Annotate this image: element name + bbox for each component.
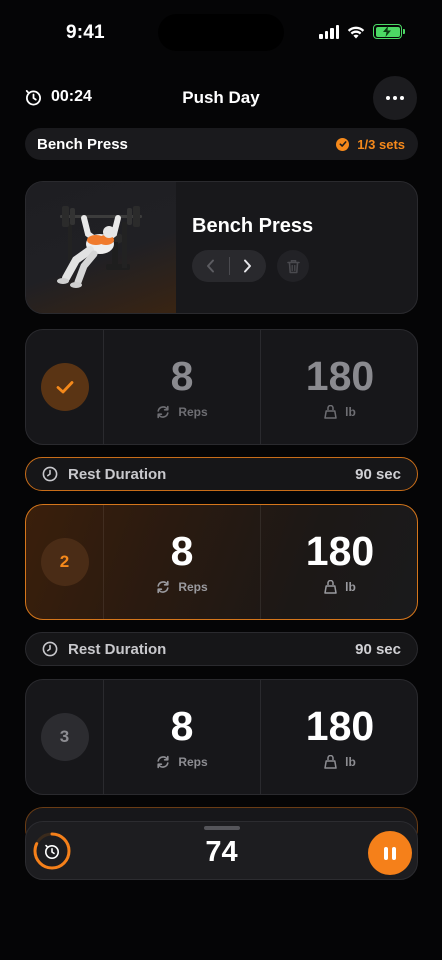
set-reps-cell[interactable]: 8 Reps [104, 330, 261, 444]
set-weight-cell[interactable]: 180 lb [261, 505, 417, 619]
kettlebell-icon [324, 404, 337, 419]
battery-charging-icon [373, 24, 405, 39]
checkmark-icon [56, 381, 73, 394]
dynamic-island [158, 14, 284, 51]
chevron-right-icon [244, 259, 252, 273]
set-row-2[interactable]: 2 8 Reps 180 lb [25, 504, 418, 620]
weight-value: 180 [305, 702, 375, 749]
repeat-icon [157, 405, 169, 418]
set-reps-cell[interactable]: 8 Reps [104, 505, 261, 619]
set-number-badge[interactable]: 3 [40, 713, 89, 761]
weight-label: lb [345, 579, 356, 594]
reps-label: Reps [178, 404, 208, 419]
clock-icon [42, 466, 58, 482]
bench-press-illustration-icon [57, 206, 142, 288]
set-weight-cell[interactable]: 180 lb [261, 680, 417, 794]
clock-icon [42, 641, 58, 657]
drag-handle[interactable] [204, 826, 240, 830]
previous-exercise-button[interactable] [192, 250, 229, 282]
set-number-badge[interactable]: 2 [40, 538, 89, 586]
rest-label: Rest Duration [68, 465, 167, 483]
check-circle-icon [336, 137, 350, 151]
status-time: 9:41 [66, 22, 105, 43]
exercise-image [26, 182, 176, 313]
rest-value: 90 sec [355, 465, 401, 483]
set-reps-cell[interactable]: 8 Reps [104, 680, 261, 794]
exercise-nav [192, 250, 266, 282]
exercise-pill-name: Bench Press [37, 135, 128, 153]
reps-value: 8 [170, 527, 194, 574]
chevron-left-icon [206, 259, 214, 273]
pause-icon [384, 846, 388, 860]
kettlebell-icon [324, 754, 337, 769]
set-complete-badge[interactable] [40, 363, 89, 411]
set-row-3[interactable]: 3 8 Reps 180 lb [25, 679, 418, 795]
reps-label: Reps [178, 579, 208, 594]
trash-icon [286, 259, 300, 273]
rest-label: Rest Duration [68, 640, 167, 658]
exercise-name: Bench Press [192, 215, 314, 237]
more-options-button[interactable] [373, 76, 417, 120]
status-icons [319, 24, 405, 39]
rest-duration-row[interactable]: Rest Duration 90 sec [25, 457, 418, 491]
weight-value: 180 [305, 352, 375, 399]
reps-label: Reps [178, 754, 208, 769]
cellular-signal-icon [319, 24, 339, 39]
set-row-1[interactable]: 8 Reps 180 lb [25, 329, 418, 445]
rest-value: 90 sec [355, 640, 401, 658]
rest-timer-value: 74 [205, 836, 238, 868]
weight-label: lb [345, 754, 356, 769]
status-bar: 9:41 [0, 0, 442, 64]
exercise-card: Bench Press [25, 181, 418, 314]
rest-duration-row[interactable]: Rest Duration 90 sec [25, 632, 418, 666]
sets-progress-badge: 1/3 sets [336, 137, 405, 152]
more-dots-icon [386, 96, 390, 100]
pause-button[interactable] [368, 831, 412, 875]
repeat-icon [157, 755, 169, 768]
kettlebell-icon [324, 579, 337, 594]
reps-value: 8 [170, 352, 194, 399]
workout-header: 00:24 Push Day [0, 76, 442, 120]
set-weight-cell[interactable]: 180 lb [261, 330, 417, 444]
reps-value: 8 [170, 702, 194, 749]
exercise-selector[interactable]: Bench Press 1/3 sets [25, 128, 418, 160]
delete-exercise-button[interactable] [277, 250, 309, 282]
weight-value: 180 [305, 527, 375, 574]
rest-timer-bar[interactable]: 74 [25, 821, 418, 880]
weight-label: lb [345, 404, 356, 419]
next-exercise-button[interactable] [230, 250, 267, 282]
repeat-icon [157, 580, 169, 593]
wifi-icon [347, 26, 365, 38]
sets-progress-text: 1/3 sets [357, 136, 405, 152]
